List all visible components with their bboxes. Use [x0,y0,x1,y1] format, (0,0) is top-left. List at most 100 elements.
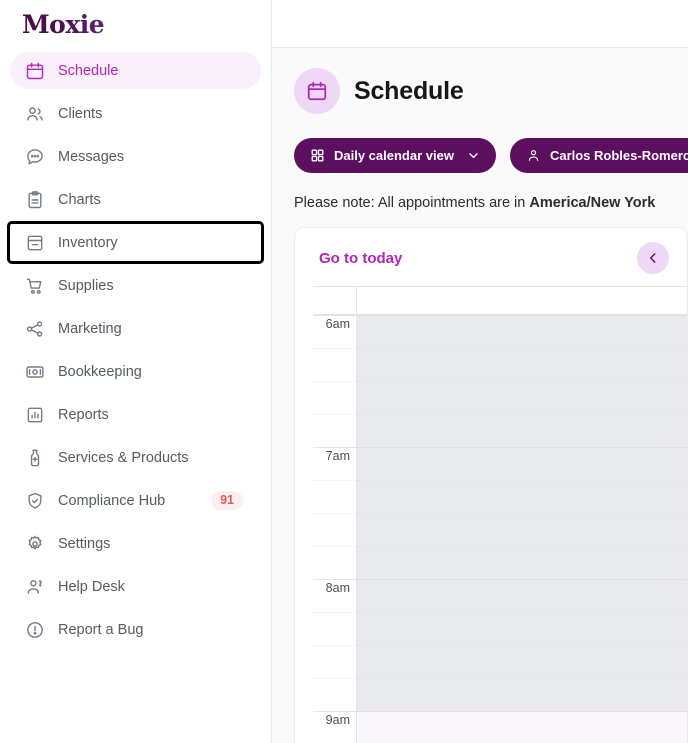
sidebar-item-help-desk[interactable]: Help Desk [10,568,261,605]
calendar-header: Go to today [295,228,687,286]
calendar-time-slot[interactable] [357,414,687,447]
sidebar-item-label: Help Desk [58,578,125,595]
go-to-today-button[interactable]: Go to today [319,250,402,267]
main-area: Schedule Daily calendar view Carlos Roble… [272,0,688,743]
calendar-grid: 6am7am8am9am10am [313,286,687,743]
timezone-note-value: America/New York [529,195,656,211]
chevron-left-icon[interactable] [637,242,669,274]
calendar-card: Go to today 6am7am8am9am10am [294,227,688,743]
sidebar-item-label: Schedule [58,62,119,79]
sidebar-item-badge: 91 [211,491,243,510]
time-axis-slot [313,348,356,381]
sidebar-item-schedule[interactable]: Schedule [10,52,261,89]
calendar-time-slot[interactable] [357,678,687,711]
banknote-icon [24,361,46,383]
sidebar-nav: Schedule Clients Messages Charts Inventory Su… [0,48,271,648]
alert-circle-icon [24,619,46,641]
sidebar-item-bookkeeping[interactable]: Bookkeeping [10,353,261,390]
page-title: Schedule [354,76,464,105]
cart-icon [24,275,46,297]
calendar-time-slot[interactable] [357,348,687,381]
filter-pill-1[interactable]: Daily calendar view [294,138,496,173]
time-axis-slot: 7am [313,447,356,480]
sidebar: Moxie Schedule Clients Messages Charts Inven… [0,0,272,743]
filter-pill-label: Daily calendar view [334,148,454,163]
calendar-icon [24,60,46,82]
time-axis-slot [313,480,356,513]
calendar-icon [294,68,340,114]
timezone-note: Please note: All appointments are in Ame… [294,195,688,211]
gear-icon [24,533,46,555]
filter-pill-row: Daily calendar view Carlos Robles-Romero [294,138,688,173]
day-column[interactable] [357,287,687,743]
person-icon [526,148,541,163]
chat-bubble-icon [24,146,46,168]
sidebar-item-label: Compliance Hub [58,492,166,509]
sidebar-item-messages[interactable]: Messages [10,138,261,175]
time-axis-label: 7am [325,449,350,463]
calendar-time-slot[interactable] [357,381,687,414]
sidebar-item-label: Messages [58,148,125,165]
calendar-time-slot[interactable] [357,513,687,546]
share-icon [24,318,46,340]
sidebar-item-label: Marketing [58,320,122,337]
filter-pill-2[interactable]: Carlos Robles-Romero [509,138,688,173]
day-column-header [357,287,687,315]
sidebar-item-label: Settings [58,535,111,552]
sidebar-item-settings[interactable]: Settings [10,525,261,562]
clipboard-icon [24,189,46,211]
app-root: Moxie Schedule Clients Messages Charts Inven… [0,0,688,743]
brand-logo-text: Moxie [22,9,105,39]
calendar-time-slot[interactable] [357,546,687,579]
page-header: Schedule [294,68,688,114]
time-axis-slot [313,678,356,711]
sidebar-item-charts[interactable]: Charts [10,181,261,218]
time-axis-slot [313,513,356,546]
sidebar-item-label: Bookkeeping [58,363,142,380]
calendar-time-slot[interactable] [357,612,687,645]
person-help-icon [24,576,46,598]
brand-logo[interactable]: Moxie [0,0,271,48]
shield-check-icon [24,490,46,512]
sidebar-item-label: Charts [58,191,101,208]
bar-chart-icon [24,404,46,426]
time-axis-slot [313,645,356,678]
sidebar-item-report-a-bug[interactable]: Report a Bug [10,611,261,648]
sidebar-item-label: Clients [58,105,103,122]
time-axis-label: 6am [325,317,350,331]
calendar-grid-wrap: 6am7am8am9am10am [295,286,687,743]
time-axis-slot [313,612,356,645]
sidebar-item-marketing[interactable]: Marketing [10,310,261,347]
sidebar-item-clients[interactable]: Clients [10,95,261,132]
time-axis-label: 8am [325,581,350,595]
sidebar-item-supplies[interactable]: Supplies [10,267,261,304]
sidebar-item-services-products[interactable]: Services & Products [10,439,261,476]
time-axis-slot: 8am [313,579,356,612]
calendar-time-slot[interactable] [357,711,687,743]
sidebar-item-label: Supplies [58,277,114,294]
page-content: Schedule Daily calendar view Carlos Roble… [272,48,688,743]
calendar-time-slot[interactable] [357,645,687,678]
time-axis-column: 6am7am8am9am10am [313,287,357,743]
calendar-time-slot[interactable] [357,579,687,612]
time-axis-slot [313,381,356,414]
sidebar-item-label: Report a Bug [58,621,144,638]
top-bar [272,0,688,48]
time-axis-slot [313,414,356,447]
sidebar-item-label: Inventory [58,234,118,251]
sidebar-item-compliance-hub[interactable]: Compliance Hub 91 [10,482,261,519]
calendar-time-slot[interactable] [357,480,687,513]
time-axis-slot [313,546,356,579]
grid-icon [310,148,325,163]
time-axis-slot: 9am [313,711,356,743]
time-axis-header [313,287,356,315]
sidebar-item-reports[interactable]: Reports [10,396,261,433]
box-icon [24,232,46,254]
timezone-note-prefix: Please note: All appointments are in [294,195,530,211]
sidebar-item-inventory[interactable]: Inventory [7,221,264,264]
bottle-icon [24,447,46,469]
calendar-time-slot[interactable] [357,315,687,348]
sidebar-item-label: Services & Products [58,449,189,466]
calendar-time-slot[interactable] [357,447,687,480]
sidebar-item-label: Reports [58,406,109,423]
